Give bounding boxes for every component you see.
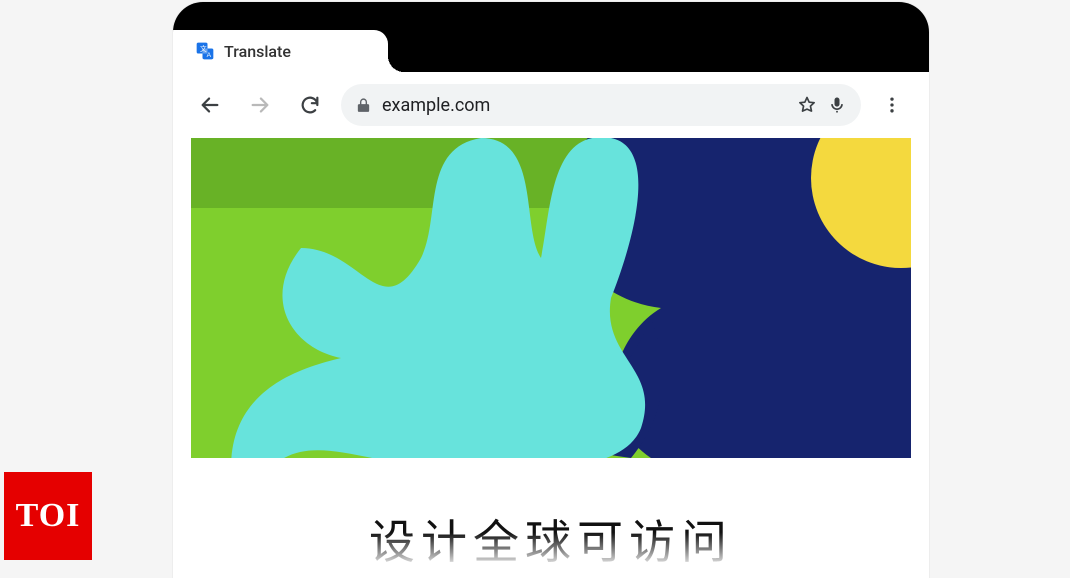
page-heading-text: 设计全球可访问 — [369, 516, 733, 570]
reload-icon — [299, 94, 321, 116]
toi-logo-text: TOI — [16, 497, 81, 535]
tab-label: Translate — [224, 42, 291, 61]
address-bar[interactable]: example.com — [341, 84, 861, 126]
toolbar: example.com — [173, 72, 929, 138]
translate-icon: 文A — [195, 41, 215, 61]
lock-icon — [355, 97, 372, 114]
page-heading: 设计全球可访问 — [173, 506, 929, 572]
star-outline-icon[interactable] — [797, 95, 817, 115]
arrow-right-icon — [249, 94, 271, 116]
url-text: example.com — [382, 95, 787, 116]
svg-text:A: A — [207, 52, 212, 59]
mic-icon[interactable] — [827, 95, 847, 115]
tab-strip: 文A Translate — [173, 2, 929, 72]
more-vert-icon — [882, 95, 902, 115]
hero-illustration — [191, 138, 911, 458]
toi-logo-badge: TOI — [4, 472, 92, 560]
browser-window: 文A Translate example.com — [173, 2, 929, 578]
page-content: 设计全球可访问 — [173, 138, 929, 578]
tab-translate[interactable]: 文A Translate — [173, 30, 388, 72]
back-button[interactable] — [191, 86, 229, 124]
arrow-left-icon — [199, 94, 221, 116]
reload-button[interactable] — [291, 86, 329, 124]
overflow-menu-button[interactable] — [873, 86, 911, 124]
forward-button[interactable] — [241, 86, 279, 124]
